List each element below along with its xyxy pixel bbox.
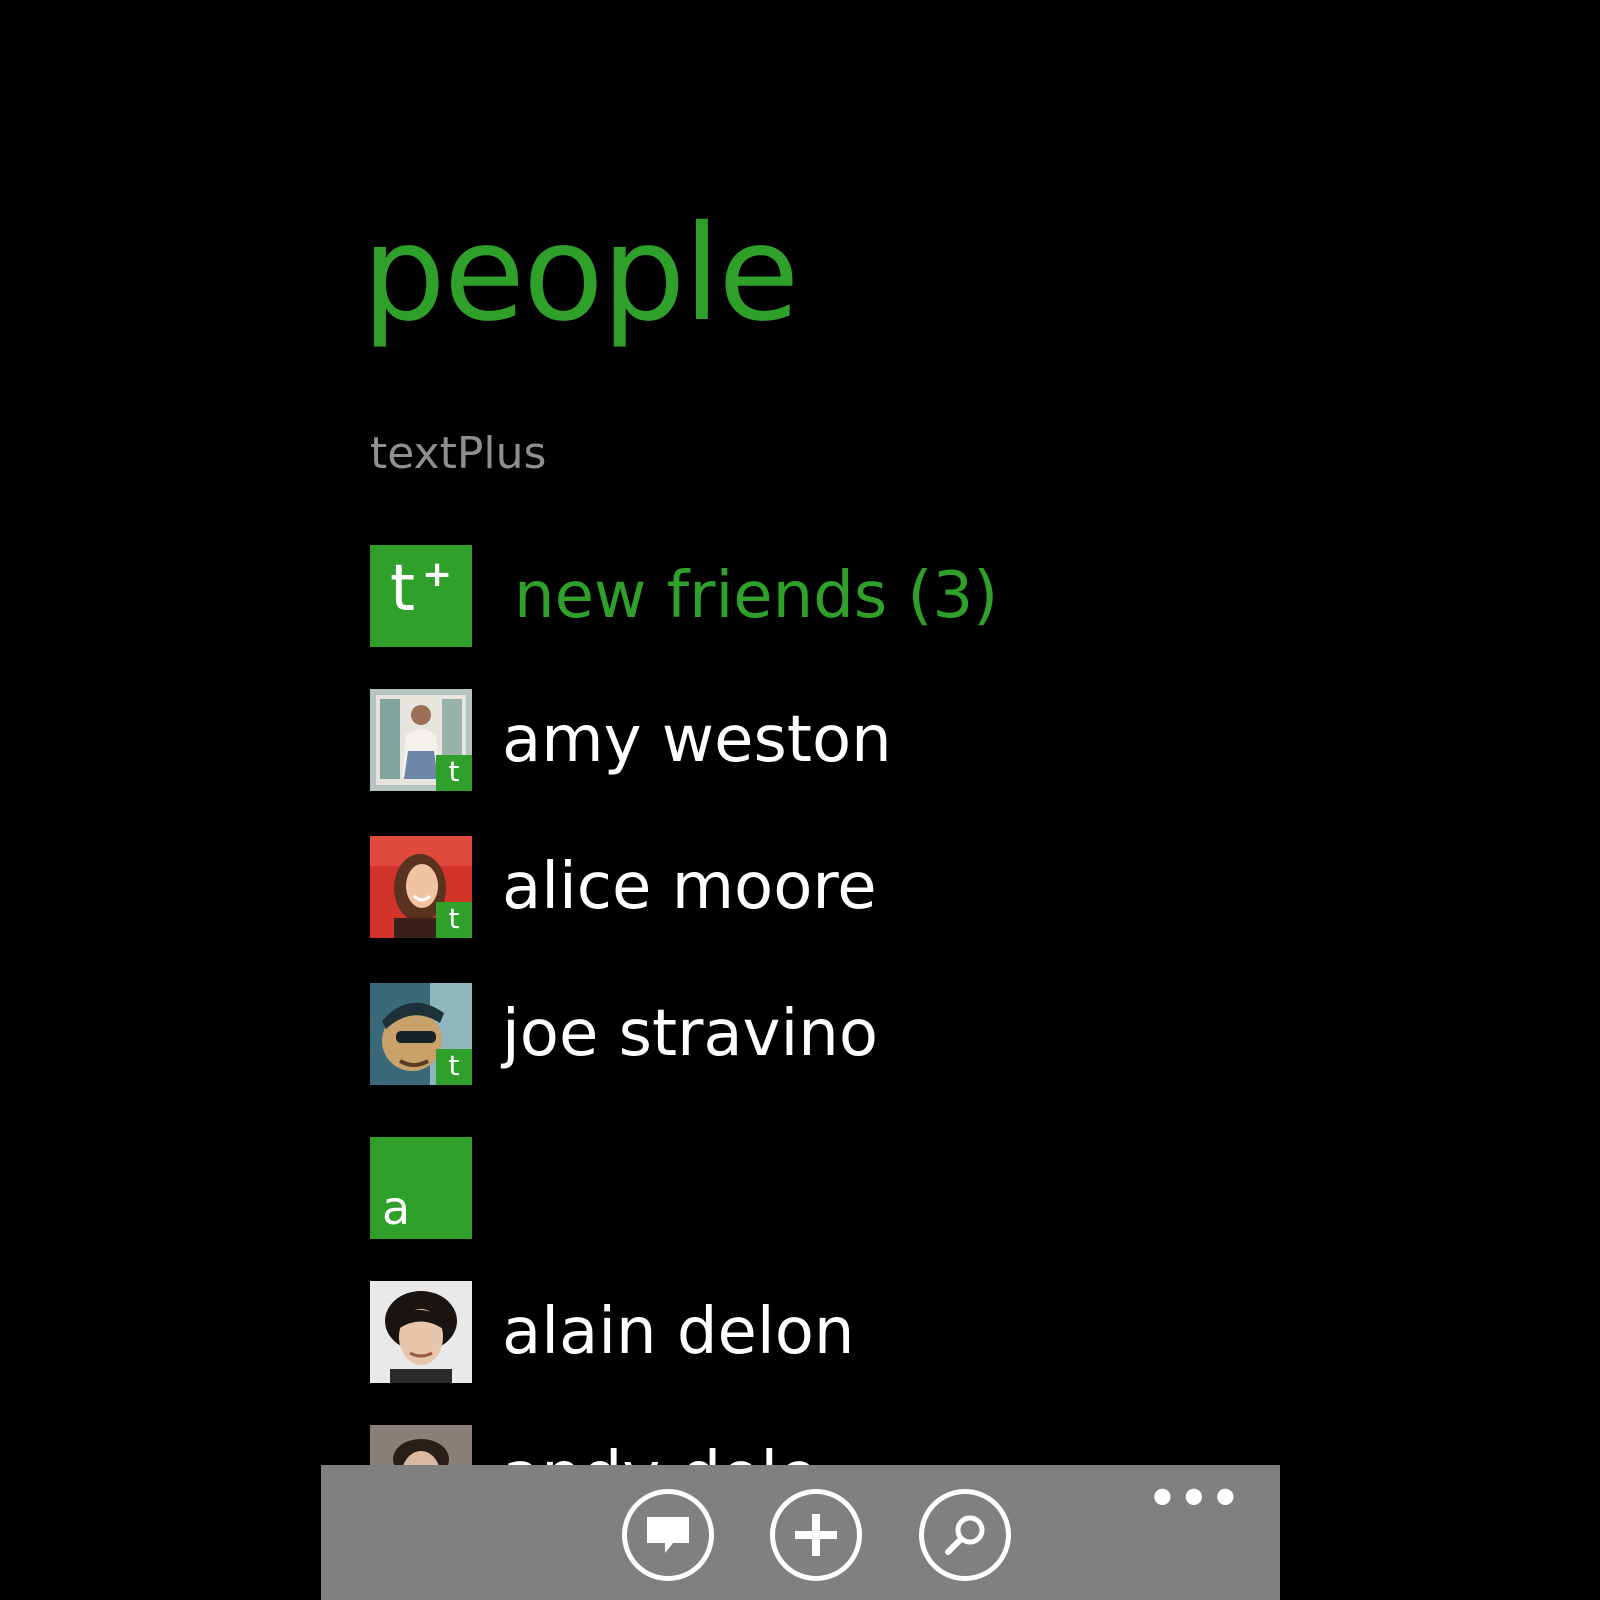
avatar: t: [370, 983, 472, 1085]
add-button[interactable]: [770, 1489, 862, 1581]
search-button[interactable]: [919, 1489, 1011, 1581]
contact-name: amy weston: [502, 703, 892, 777]
contact-name: alice moore: [502, 850, 877, 924]
tile-letter: t: [390, 552, 416, 626]
new-friends-row[interactable]: t + new friends (3): [370, 545, 1090, 647]
page-title: people: [362, 197, 799, 351]
chat-icon: [647, 1517, 689, 1553]
people-screen: people textPlus t + new friends (3) t am…: [0, 0, 1600, 1600]
more-options-icon[interactable]: •••: [1148, 1475, 1242, 1521]
add-icon: [795, 1514, 837, 1556]
contact-name: joe stravino: [502, 997, 878, 1071]
textplus-logo-icon: t +: [370, 545, 472, 647]
textplus-badge: t: [436, 1049, 472, 1085]
contact-alice-moore[interactable]: t alice moore: [370, 836, 1090, 938]
textplus-badge: t: [436, 902, 472, 938]
contact-alain-delon[interactable]: alain delon: [370, 1281, 1090, 1383]
avatar: t: [370, 689, 472, 791]
textplus-badge: t: [436, 755, 472, 791]
group-letter: a: [382, 1181, 411, 1235]
avatar: [370, 1281, 472, 1383]
new-friends-label: new friends (3): [514, 559, 999, 633]
search-icon: [945, 1515, 985, 1555]
section-label: textPlus: [370, 428, 547, 479]
contact-name: alain delon: [502, 1295, 855, 1369]
tile-plus: +: [422, 554, 453, 595]
chat-button[interactable]: [622, 1489, 714, 1581]
group-header-a[interactable]: a: [370, 1137, 472, 1239]
avatar: t: [370, 836, 472, 938]
app-bar: •••: [321, 1465, 1280, 1600]
contact-joe-stravino[interactable]: t joe stravino: [370, 983, 1090, 1085]
contact-amy-weston[interactable]: t amy weston: [370, 689, 1090, 791]
